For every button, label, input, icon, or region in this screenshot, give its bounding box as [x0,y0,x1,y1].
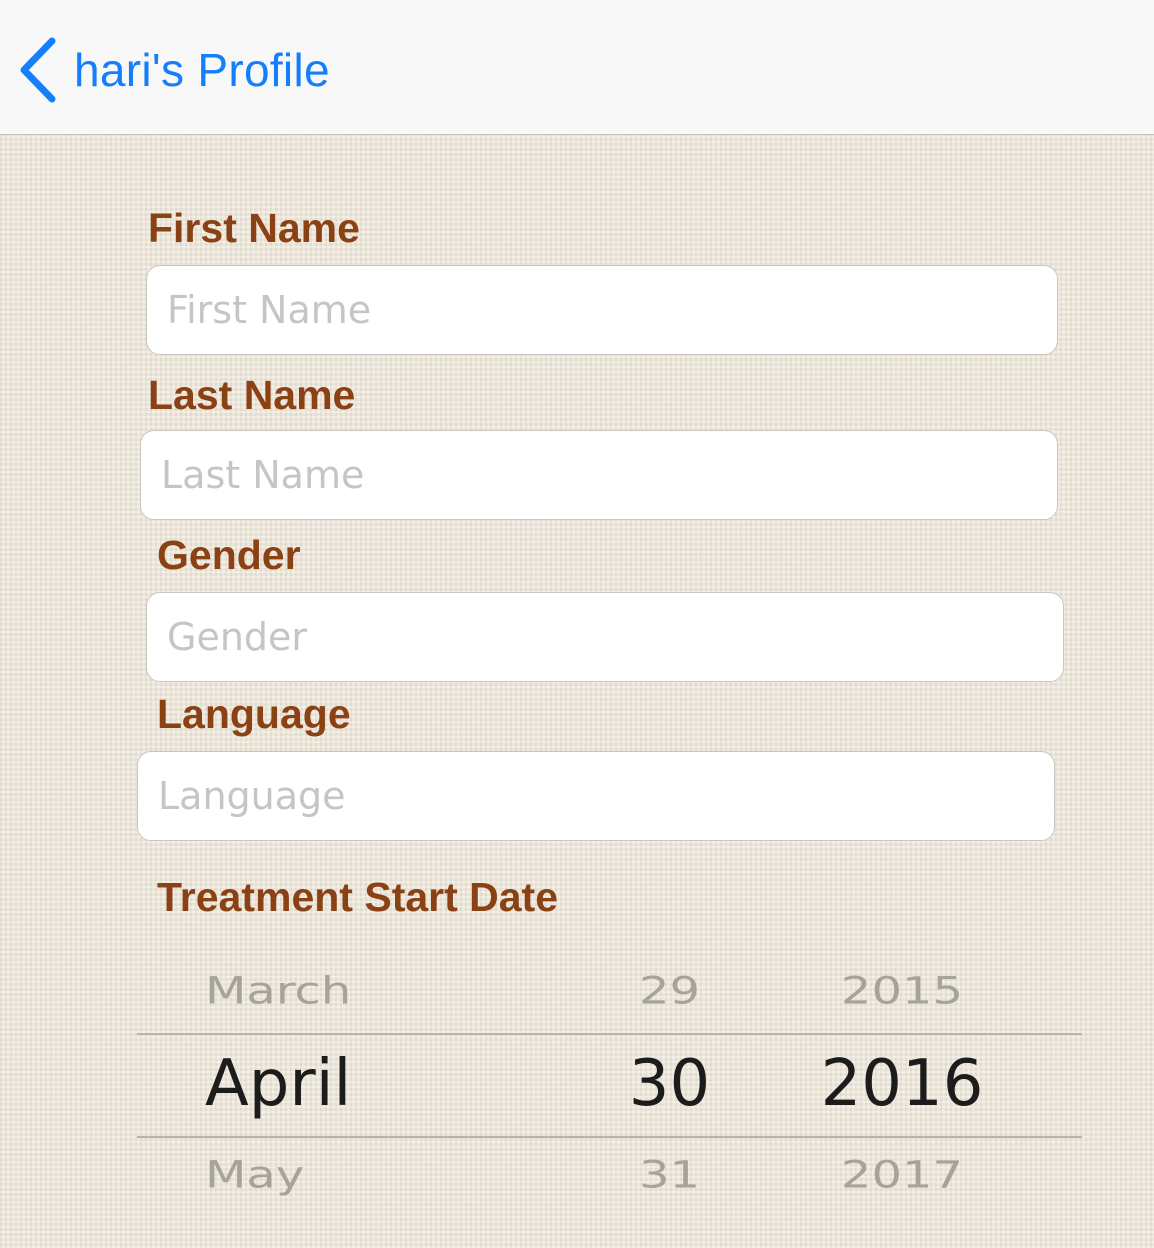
last-name-label: Last Name [148,372,356,418]
chevron-left-icon [18,37,58,103]
day-next[interactable]: 31 [607,1153,732,1197]
language-input[interactable] [137,751,1055,841]
month-previous[interactable]: March [205,969,535,1013]
last-name-input[interactable] [140,430,1058,520]
day-previous[interactable]: 29 [607,969,732,1013]
year-previous[interactable]: 2015 [802,969,1002,1013]
year-wheel[interactable]: 2015 2016 2017 [802,945,1002,1248]
language-label: Language [157,691,351,737]
first-name-input[interactable] [146,265,1058,355]
month-selected[interactable]: April [205,1047,535,1121]
treatment-start-date-picker[interactable]: March April May 29 30 31 2015 2016 2017 [137,945,1082,1248]
day-selected[interactable]: 30 [607,1047,732,1121]
back-button-label: hari's Profile [74,44,330,96]
gender-label: Gender [157,532,301,578]
month-next[interactable]: May [205,1153,535,1197]
back-button[interactable]: hari's Profile [18,34,330,106]
year-selected[interactable]: 2016 [802,1047,1002,1121]
year-next[interactable]: 2017 [802,1153,1002,1197]
gender-input[interactable] [146,592,1064,682]
first-name-label: First Name [148,205,360,251]
treatment-start-date-label: Treatment Start Date [157,874,559,920]
navigation-bar: hari's Profile [0,0,1154,135]
day-wheel[interactable]: 29 30 31 [607,945,732,1248]
month-wheel[interactable]: March April May [205,945,535,1248]
